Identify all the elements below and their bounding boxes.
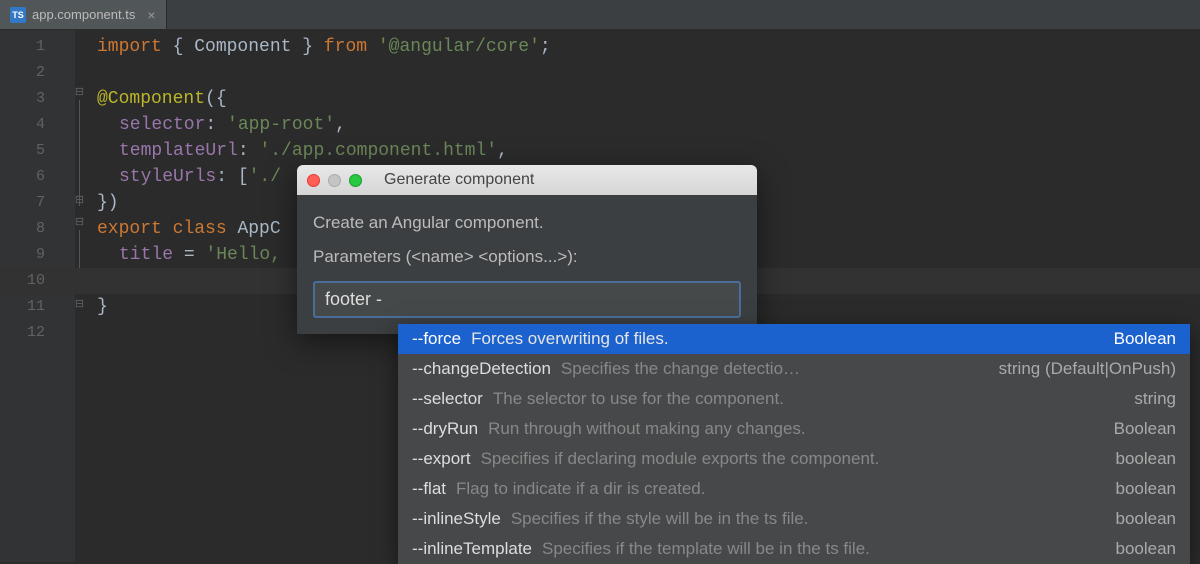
autocomplete-item[interactable]: --changeDetection Specifies the change de… bbox=[398, 354, 1190, 384]
typescript-icon: TS bbox=[10, 7, 26, 23]
autocomplete-item[interactable]: --inlineStyle Specifies if the style will… bbox=[398, 504, 1190, 534]
tab-filename: app.component.ts bbox=[32, 7, 135, 22]
line-number[interactable]: 11 bbox=[0, 294, 75, 320]
generate-dialog: Generate component Create an Angular com… bbox=[297, 165, 757, 334]
file-tab[interactable]: TS app.component.ts × bbox=[0, 0, 167, 29]
option-flag: --changeDetection bbox=[412, 359, 551, 379]
window-minimize-icon[interactable] bbox=[328, 174, 341, 187]
line-number[interactable]: 2 bbox=[0, 60, 75, 86]
option-type: boolean bbox=[1115, 509, 1176, 529]
parameters-input[interactable] bbox=[313, 281, 741, 318]
line-number[interactable]: 3 bbox=[0, 86, 75, 112]
option-description: The selector to use for the component. bbox=[493, 389, 1125, 409]
autocomplete-item[interactable]: --inlineTemplate Specifies if the templat… bbox=[398, 534, 1190, 564]
option-flag: --force bbox=[412, 329, 461, 349]
option-flag: --flat bbox=[412, 479, 446, 499]
autocomplete-item[interactable]: --force Forces overwriting of files. Boole… bbox=[398, 324, 1190, 354]
line-number[interactable]: 7 bbox=[0, 190, 75, 216]
close-icon[interactable]: × bbox=[147, 7, 155, 23]
line-number[interactable]: 5 bbox=[0, 138, 75, 164]
option-type: string bbox=[1134, 389, 1176, 409]
parameters-label: Parameters (<name> <options...>): bbox=[313, 247, 741, 267]
code-line[interactable]: import { Component } from '@angular/core… bbox=[75, 34, 1200, 60]
option-description: Flag to indicate if a dir is created. bbox=[456, 479, 1105, 499]
dialog-titlebar[interactable]: Generate component bbox=[297, 165, 757, 195]
autocomplete-item[interactable]: --selector The selector to use for the co… bbox=[398, 384, 1190, 414]
code-line[interactable]: selector: 'app-root', bbox=[75, 112, 1200, 138]
option-type: string (Default|OnPush) bbox=[999, 359, 1176, 379]
autocomplete-item[interactable]: --export Specifies if declaring module ex… bbox=[398, 444, 1190, 474]
option-flag: --selector bbox=[412, 389, 483, 409]
code-line[interactable]: @Component({ bbox=[75, 86, 1200, 112]
tab-bar: TS app.component.ts × bbox=[0, 0, 1200, 30]
gutter: 1 2 3 4 5 6 7 8 9 10 11 12 bbox=[0, 30, 75, 562]
line-number[interactable]: 12 bbox=[0, 320, 75, 346]
option-description: Run through without making any changes. bbox=[488, 419, 1103, 439]
window-close-icon[interactable] bbox=[307, 174, 320, 187]
window-zoom-icon[interactable] bbox=[349, 174, 362, 187]
option-type: boolean bbox=[1115, 449, 1176, 469]
option-flag: --export bbox=[412, 449, 471, 469]
autocomplete-item[interactable]: --flat Flag to indicate if a dir is creat… bbox=[398, 474, 1190, 504]
dialog-body: Create an Angular component. Parameters … bbox=[297, 195, 757, 334]
line-number[interactable]: 1 bbox=[0, 34, 75, 60]
autocomplete-item[interactable]: --dryRun Run through without making any c… bbox=[398, 414, 1190, 444]
option-type: Boolean bbox=[1114, 329, 1176, 349]
option-flag: --inlineTemplate bbox=[412, 539, 532, 559]
option-type: boolean bbox=[1115, 479, 1176, 499]
option-description: Forces overwriting of files. bbox=[471, 329, 1103, 349]
dialog-subtitle: Create an Angular component. bbox=[313, 213, 741, 233]
option-flag: --dryRun bbox=[412, 419, 478, 439]
line-number[interactable]: 6 bbox=[0, 164, 75, 190]
option-description: Specifies if the style will be in the ts… bbox=[511, 509, 1106, 529]
line-number[interactable]: 4 bbox=[0, 112, 75, 138]
option-description: Specifies if the template will be in the… bbox=[542, 539, 1105, 559]
line-number[interactable]: 8 bbox=[0, 216, 75, 242]
option-description: Specifies if declaring module exports th… bbox=[481, 449, 1106, 469]
option-type: Boolean bbox=[1114, 419, 1176, 439]
option-description: Specifies the change detectio… bbox=[561, 359, 989, 379]
code-line[interactable]: templateUrl: './app.component.html', bbox=[75, 138, 1200, 164]
dialog-title: Generate component bbox=[370, 171, 747, 189]
option-flag: --inlineStyle bbox=[412, 509, 501, 529]
line-number[interactable]: 10 bbox=[0, 268, 75, 294]
code-line[interactable] bbox=[75, 60, 1200, 86]
line-number[interactable]: 9 bbox=[0, 242, 75, 268]
option-type: boolean bbox=[1115, 539, 1176, 559]
autocomplete-popup: --force Forces overwriting of files. Boole… bbox=[398, 324, 1190, 564]
